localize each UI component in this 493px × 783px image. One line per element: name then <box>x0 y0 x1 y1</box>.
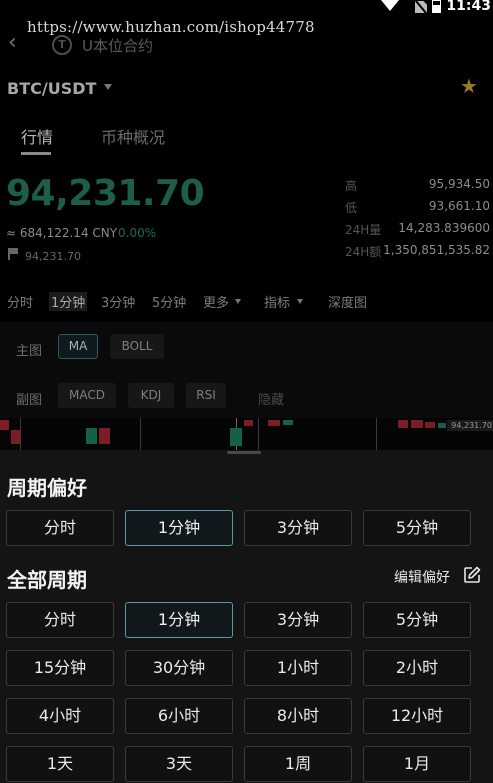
mark-price: 94,231.70 <box>25 250 81 263</box>
stat-high-label: 高 <box>345 179 358 193</box>
stat-turnover-label: 24H额 <box>345 245 382 259</box>
candle <box>268 420 280 426</box>
change-percent: 0.00% <box>118 226 157 240</box>
stat-volume-label: 24H量 <box>345 223 382 237</box>
main-boll-chip[interactable]: BOLL <box>110 334 164 359</box>
indicators-button[interactable]: 指标 <box>264 292 290 311</box>
status-time: 11:43 <box>446 0 491 14</box>
candle <box>438 423 446 428</box>
caret-down-icon <box>235 299 241 304</box>
sub-chart-label: 副图 <box>16 393 43 408</box>
chart-last-price-tag: 94,231.70 <box>447 420 493 431</box>
period-1mo[interactable]: 1月 <box>363 746 471 782</box>
all-periods-title: 全部周期 <box>7 568 87 592</box>
stat-turnover-value: 1,350,851,535.82 <box>383 243 490 257</box>
period-3d[interactable]: 3天 <box>125 746 233 782</box>
stat-volume-value: 14,283.839600 <box>398 221 490 235</box>
chart-period-toolbar: 分时 1分钟 3分钟 5分钟 更多 指标 深度图 <box>0 292 493 311</box>
stat-low-label: 低 <box>345 201 358 215</box>
preferred-period-3min[interactable]: 3分钟 <box>244 510 352 546</box>
chart-grid-line <box>258 418 259 450</box>
period-3min[interactable]: 3分钟 <box>101 292 135 311</box>
candle <box>283 420 293 425</box>
chart-grid-line <box>376 418 377 450</box>
last-price: 94,231.70 <box>6 173 205 214</box>
pair-selector[interactable]: BTC/USDT <box>7 79 96 98</box>
tether-coin-icon: T <box>52 35 72 55</box>
candle <box>425 422 435 428</box>
sub-rsi-chip[interactable]: RSI <box>186 383 226 408</box>
hide-sub-chart-button[interactable]: 隐藏 <box>258 389 284 408</box>
chart-grid-line <box>140 418 141 450</box>
chart-grid-line <box>20 418 21 450</box>
tab-coin-info[interactable]: 币种概况 <box>101 124 165 148</box>
candle <box>411 420 423 428</box>
period-1h[interactable]: 1小时 <box>244 650 352 686</box>
preferred-periods-title: 周期偏好 <box>7 476 87 500</box>
battery-icon <box>432 0 441 13</box>
preferred-period-timeline[interactable]: 分时 <box>6 510 114 546</box>
main-ma-chip[interactable]: MA <box>58 334 98 359</box>
caret-down-icon[interactable] <box>104 84 112 90</box>
period-1w[interactable]: 1周 <box>244 746 352 782</box>
period-12h[interactable]: 12小时 <box>363 698 471 734</box>
edit-icon[interactable] <box>463 566 481 584</box>
candle <box>99 428 110 444</box>
period-4h[interactable]: 4小时 <box>6 698 114 734</box>
candle <box>11 430 20 444</box>
flag-icon <box>8 248 18 260</box>
tab-quote[interactable]: 行情 <box>21 124 53 148</box>
preferred-period-1min[interactable]: 1分钟 <box>125 510 233 546</box>
candle <box>86 428 97 444</box>
stat-low-value: 93,661.10 <box>428 199 490 213</box>
candle <box>398 420 408 428</box>
main-chart-label: 主图 <box>16 344 43 359</box>
sim-icon <box>415 1 427 13</box>
period-8h[interactable]: 8小时 <box>244 698 352 734</box>
depth-chart-button[interactable]: 深度图 <box>328 292 367 311</box>
period-15min[interactable]: 15分钟 <box>6 650 114 686</box>
status-bar: 11:43 <box>0 0 493 14</box>
period-1min[interactable]: 1分钟 <box>49 292 88 311</box>
caret-down-icon <box>297 299 303 304</box>
period-3min[interactable]: 3分钟 <box>244 602 352 638</box>
chevron-left-icon[interactable]: ‹ <box>8 32 22 54</box>
cny-value: ≈ 684,122.14 CNY <box>6 226 118 240</box>
preferred-period-5min[interactable]: 5分钟 <box>363 510 471 546</box>
sub-kdj-chip[interactable]: KDJ <box>128 383 174 408</box>
period-5min[interactable]: 5分钟 <box>152 292 186 311</box>
sheet-drag-handle[interactable] <box>227 451 261 454</box>
period-6h[interactable]: 6小时 <box>125 698 233 734</box>
sub-macd-chip[interactable]: MACD <box>58 383 116 408</box>
period-2h[interactable]: 2小时 <box>363 650 471 686</box>
period-timeline[interactable]: 分时 <box>7 292 33 311</box>
candle <box>0 420 9 430</box>
active-tab-indicator <box>21 152 51 155</box>
watermark-text: https://www.huzhan.com/ishop44778 <box>27 18 315 36</box>
candle <box>230 428 242 446</box>
period-1min[interactable]: 1分钟 <box>125 602 233 638</box>
candle <box>244 420 253 426</box>
stat-high-value: 95,934.50 <box>428 177 490 191</box>
period-timeline[interactable]: 分时 <box>6 602 114 638</box>
period-5min[interactable]: 5分钟 <box>363 602 471 638</box>
signal-icon <box>381 0 399 11</box>
period-30min[interactable]: 30分钟 <box>125 650 233 686</box>
candlestick-chart[interactable] <box>0 418 493 450</box>
star-icon[interactable]: ★ <box>460 76 478 96</box>
contract-type-title: U本位合约 <box>82 37 153 55</box>
edit-preferences-button[interactable]: 编辑偏好 <box>394 567 450 587</box>
period-1d[interactable]: 1天 <box>6 746 114 782</box>
more-periods-button[interactable]: 更多 <box>203 292 229 311</box>
